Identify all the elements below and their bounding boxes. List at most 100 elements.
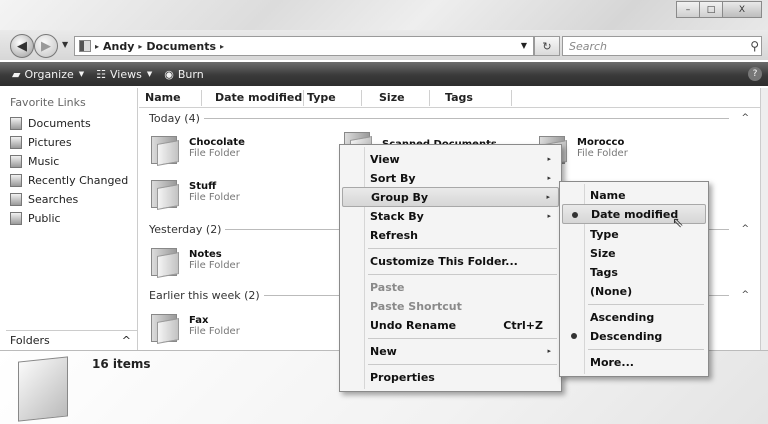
menu-item-label: View (370, 152, 400, 166)
chevron-right-icon: ▸ (547, 155, 551, 163)
column-date-modified[interactable]: Date modified (215, 91, 302, 104)
column-tags[interactable]: Tags (445, 91, 473, 104)
views-icon: ☷ (96, 67, 107, 81)
submenu-item-more[interactable]: More... (562, 352, 706, 372)
selected-bullet-icon (571, 333, 577, 339)
menu-item-group-by[interactable]: Group By ▸ (342, 187, 559, 207)
item-count: 16 items (92, 357, 151, 371)
menu-item-refresh[interactable]: Refresh (342, 225, 559, 245)
group-by-submenu: Name Date modified Type Size Tags (None)… (559, 181, 709, 377)
command-toolbar: ▰ Organize ▼ ☷ Views ▼ ◉ Burn ? (0, 62, 768, 86)
vertical-scrollbar[interactable] (760, 88, 768, 350)
menu-item-undo-rename[interactable]: Undo Rename Ctrl+Z (342, 315, 559, 335)
submenu-item-descending[interactable]: Descending (562, 326, 706, 346)
window-controls: – □ X (676, 1, 762, 18)
menu-item-paste: Paste (342, 277, 559, 297)
help-icon[interactable]: ? (748, 67, 762, 81)
submenu-item-size[interactable]: Size (562, 243, 706, 263)
nav-item-recently-changed[interactable]: Recently Changed (10, 171, 128, 189)
nav-item-label: Documents (28, 116, 91, 130)
address-bar[interactable]: ▸ Andy ▸ Documents ▸ ▼ (74, 36, 534, 56)
submenu-item-date-modified[interactable]: Date modified (562, 204, 706, 224)
chevron-up-icon[interactable]: ^ (741, 113, 749, 123)
menu-separator (368, 274, 557, 275)
search-icon[interactable]: ⚲ (750, 39, 759, 53)
recent-pages-dropdown[interactable]: ▼ (62, 40, 68, 49)
nav-item-public[interactable]: Public (10, 209, 61, 227)
nav-item-music[interactable]: Music (10, 152, 59, 170)
file-name: Chocolate (189, 137, 245, 148)
menu-item-sort-by[interactable]: Sort By ▸ (342, 168, 559, 188)
group-header-today[interactable]: Today (4) ^ (149, 111, 749, 125)
views-button[interactable]: ☷ Views ▼ (96, 68, 152, 81)
breadcrumb-separator[interactable]: ▸ (95, 42, 99, 51)
chevron-right-icon: ▸ (547, 347, 551, 355)
chevron-up-icon[interactable]: ^ (741, 290, 749, 300)
submenu-item-ascending[interactable]: Ascending (562, 307, 706, 327)
burn-label: Burn (177, 67, 204, 81)
submenu-item-name[interactable]: Name (562, 185, 706, 205)
breadcrumb-separator[interactable]: ▸ (220, 42, 224, 51)
menu-item-label: Refresh (370, 228, 418, 242)
breadcrumb-andy[interactable]: Andy (103, 40, 134, 53)
file-item-notes[interactable]: Notes File Folder (149, 244, 240, 278)
address-row: ◀ ▶ ▼ ▸ Andy ▸ Documents ▸ ▼ ↻ Search ⚲ (0, 30, 768, 60)
nav-item-documents[interactable]: Documents (10, 114, 91, 132)
column-name[interactable]: Name (145, 91, 181, 104)
back-button[interactable]: ◀ (10, 34, 34, 58)
file-item-stuff[interactable]: Stuff File Folder (149, 176, 240, 210)
folder-icon (149, 132, 181, 166)
burn-button[interactable]: ◉ Burn (164, 68, 203, 81)
submenu-item-type[interactable]: Type (562, 224, 706, 244)
group-label: Today (4) (149, 111, 200, 125)
menu-item-label: Customize This Folder... (370, 254, 518, 268)
column-headers: Name Date modified Type Size Tags (139, 88, 760, 108)
folders-toggle-bar[interactable]: Folders ^ (6, 330, 137, 350)
column-divider[interactable] (201, 90, 202, 106)
column-divider[interactable] (511, 90, 512, 106)
column-divider[interactable] (361, 90, 362, 106)
file-item-fax[interactable]: Fax File Folder (149, 310, 240, 344)
close-button[interactable]: X (722, 1, 762, 18)
file-item-chocolate[interactable]: Chocolate File Folder (149, 132, 245, 166)
chevron-up-icon[interactable]: ^ (741, 224, 749, 234)
menu-item-label: Paste (370, 280, 405, 294)
menu-item-customize-folder[interactable]: Customize This Folder... (342, 251, 559, 271)
organize-button[interactable]: ▰ Organize ▼ (12, 68, 84, 81)
submenu-item-tags[interactable]: Tags (562, 262, 706, 282)
column-type[interactable]: Type (307, 91, 336, 104)
search-input[interactable]: Search ⚲ (562, 36, 762, 56)
menu-separator (368, 364, 557, 365)
menu-item-new[interactable]: New ▸ (342, 341, 559, 361)
menu-item-stack-by[interactable]: Stack By ▸ (342, 206, 559, 226)
nav-item-label: Music (28, 154, 60, 168)
group-label: Yesterday (2) (149, 222, 222, 236)
column-divider[interactable] (303, 90, 304, 106)
context-menu: View ▸ Sort By ▸ Group By ▸ Stack By ▸ Refre… (339, 144, 562, 392)
nav-item-searches[interactable]: Searches (10, 190, 78, 208)
address-dropdown[interactable]: ▼ (521, 41, 527, 50)
nav-item-pictures[interactable]: Pictures (10, 133, 72, 151)
breadcrumb-separator[interactable]: ▸ (138, 42, 142, 51)
menu-item-label: Descending (590, 329, 663, 343)
submenu-item-none[interactable]: (None) (562, 281, 706, 301)
menu-item-view[interactable]: View ▸ (342, 149, 559, 169)
column-divider[interactable] (429, 90, 430, 106)
maximize-button[interactable]: □ (699, 1, 723, 18)
folders-label: Folders (10, 334, 50, 347)
chevron-down-icon: ▼ (146, 70, 153, 78)
menu-item-properties[interactable]: Properties (342, 367, 559, 387)
file-type: File Folder (189, 192, 240, 203)
menu-item-label: New (370, 344, 397, 358)
menu-separator (368, 248, 557, 249)
file-type: File Folder (577, 148, 628, 159)
file-type: File Folder (189, 326, 240, 337)
menu-item-label: Properties (370, 370, 435, 384)
forward-button[interactable]: ▶ (34, 34, 58, 58)
refresh-button[interactable]: ↻ (534, 36, 560, 56)
column-size[interactable]: Size (379, 91, 405, 104)
menu-separator (368, 338, 557, 339)
breadcrumb-documents[interactable]: Documents (146, 40, 216, 53)
minimize-button[interactable]: – (676, 1, 700, 18)
folder-icon (79, 40, 91, 52)
